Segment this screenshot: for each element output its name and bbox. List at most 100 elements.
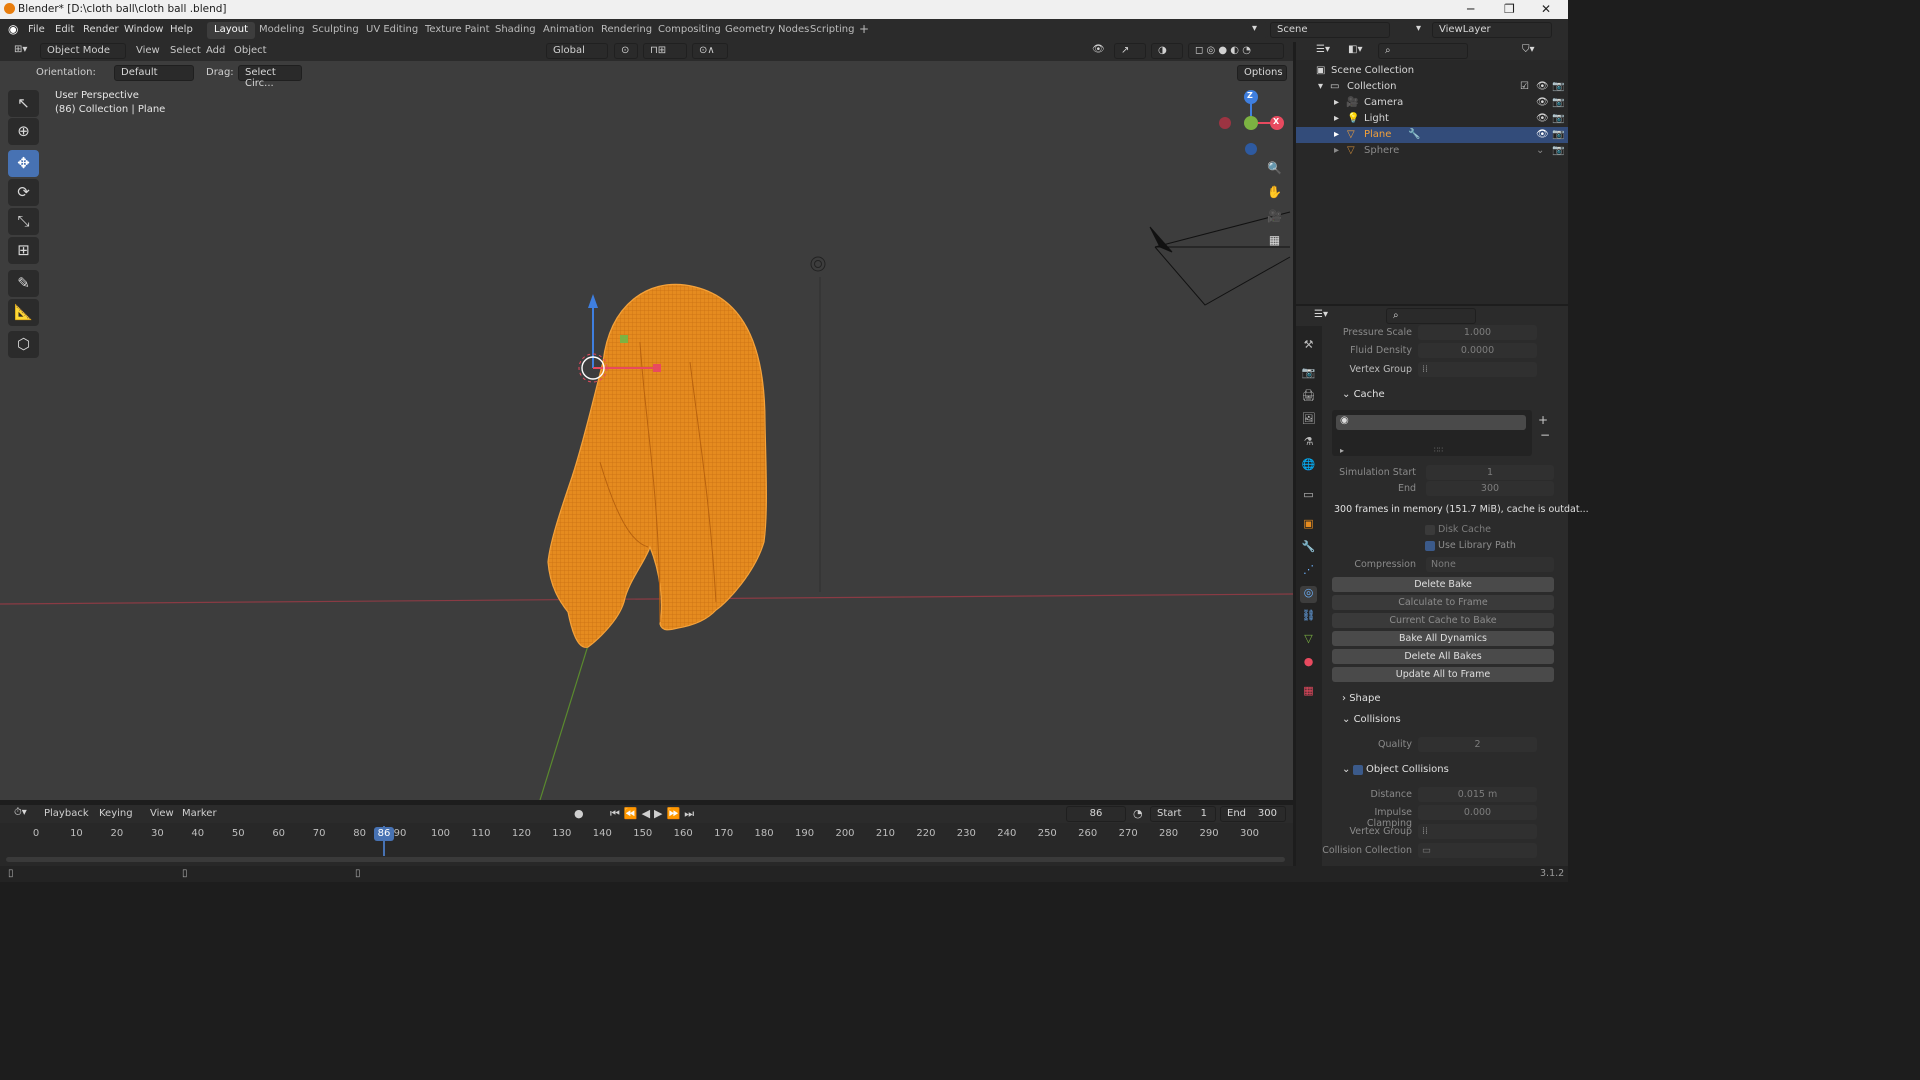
cache-list[interactable]: ◉ ▸ ∷∷ bbox=[1332, 410, 1532, 456]
collection-eye-icon[interactable]: 👁 bbox=[1536, 81, 1549, 92]
scale-tool-icon[interactable]: ⤡ bbox=[8, 208, 39, 235]
object-collisions-toggle[interactable]: ⌄ bbox=[1342, 764, 1350, 775]
pressure-scale-field[interactable]: 1.000 bbox=[1418, 325, 1537, 340]
collection-expand-icon[interactable]: ▾ bbox=[1318, 81, 1323, 92]
scene-collection-row[interactable]: ▣ Scene Collection bbox=[1296, 63, 1568, 79]
playhead-frame[interactable]: 86 bbox=[374, 827, 394, 841]
distance-field[interactable]: 0.015 m bbox=[1418, 787, 1537, 802]
pivot-point-icon[interactable]: ⊙ bbox=[614, 43, 638, 59]
view-layer-browse-icon[interactable]: ▾ bbox=[1410, 22, 1432, 38]
collision-vertex-group-field[interactable]: ⁞⁞ bbox=[1418, 824, 1537, 839]
object-tab-icon[interactable]: ▣ bbox=[1300, 517, 1317, 534]
cache-add-button[interactable]: + bbox=[1538, 413, 1548, 427]
outliner-item-plane[interactable]: ▸ ▽ Plane 🔧 👁 📷 bbox=[1296, 127, 1568, 143]
compression-selector[interactable]: None bbox=[1426, 557, 1554, 572]
scene-selector[interactable]: Scene bbox=[1270, 22, 1390, 38]
delete-all-bakes-button[interactable]: Delete All Bakes bbox=[1332, 649, 1554, 664]
tab-rendering[interactable]: Rendering bbox=[594, 22, 659, 39]
update-all-to-frame-button[interactable]: Update All to Frame bbox=[1332, 667, 1554, 682]
transform-tool-icon[interactable]: ⊞ bbox=[8, 237, 39, 264]
bake-all-dynamics-button[interactable]: Bake All Dynamics bbox=[1332, 631, 1554, 646]
menu-window[interactable]: Window bbox=[124, 24, 163, 35]
tab-sculpting[interactable]: Sculpting bbox=[305, 22, 366, 39]
collection-checkbox[interactable]: ☑ bbox=[1520, 81, 1529, 92]
orientation-selector[interactable]: Default bbox=[114, 65, 194, 81]
cache-remove-button[interactable]: − bbox=[1540, 428, 1550, 442]
shape-section-toggle[interactable]: › Shape bbox=[1342, 693, 1381, 704]
tab-texture-paint[interactable]: Texture Paint bbox=[418, 22, 497, 39]
timeline-menu-view[interactable]: View bbox=[150, 808, 174, 819]
cache-list-expand-icon[interactable]: ▸ bbox=[1340, 446, 1344, 455]
outliner-search-input[interactable]: ⌕ bbox=[1378, 43, 1468, 59]
scene-browse-icon[interactable]: ▾ bbox=[1246, 22, 1268, 38]
fluid-density-field[interactable]: 0.0000 bbox=[1418, 343, 1537, 358]
expand-arrow-icon[interactable]: ▸ bbox=[1334, 129, 1339, 140]
rotate-tool-icon[interactable]: ⟳ bbox=[8, 179, 39, 206]
tab-compositing[interactable]: Compositing bbox=[651, 22, 728, 39]
collection-row[interactable]: ▾ ▭ Collection ☑ 👁 📷 bbox=[1296, 79, 1568, 95]
cache-section-toggle[interactable]: ⌄ Cache bbox=[1342, 389, 1385, 400]
calculate-to-frame-button[interactable]: Calculate to Frame bbox=[1332, 595, 1554, 610]
gizmo-x-label[interactable]: X bbox=[1273, 117, 1279, 126]
expand-arrow-icon[interactable]: ▸ bbox=[1334, 145, 1339, 156]
plane-eye-icon[interactable]: 👁 bbox=[1536, 129, 1549, 140]
world-tab-icon[interactable]: 🌐 bbox=[1300, 458, 1317, 475]
gizmo-z-label[interactable]: Z bbox=[1247, 91, 1253, 100]
annotate-tool-icon[interactable]: ✎ bbox=[8, 270, 39, 297]
timeline-menu-keying[interactable]: Keying bbox=[99, 808, 133, 819]
current-frame-field[interactable]: 86 bbox=[1066, 806, 1126, 822]
timeline-editor-type-icon[interactable]: ⏱▾ bbox=[8, 806, 34, 822]
disk-cache-checkbox[interactable] bbox=[1425, 525, 1435, 535]
current-cache-to-bake-button[interactable]: Current Cache to Bake bbox=[1332, 613, 1554, 628]
options-dropdown[interactable]: Options bbox=[1237, 65, 1287, 81]
object-collisions-checkbox[interactable] bbox=[1353, 765, 1363, 775]
filter-icon[interactable]: ⛉▾ bbox=[1516, 43, 1542, 59]
end-frame-field[interactable]: End 300 bbox=[1220, 806, 1286, 822]
outliner-item-light[interactable]: ▸ 💡 Light 👁 📷 bbox=[1296, 111, 1568, 127]
impulse-clamping-field[interactable]: 0.000 bbox=[1418, 805, 1537, 820]
plane-render-icon[interactable]: 📷 bbox=[1552, 129, 1564, 140]
view-layer-tab-icon[interactable]: 🖼 bbox=[1300, 412, 1317, 429]
camera-render-icon[interactable]: 📷 bbox=[1552, 97, 1564, 108]
overlay-toggle-icon[interactable]: ◑ bbox=[1151, 43, 1183, 59]
collisions-section-toggle[interactable]: ⌄ Collisions bbox=[1342, 714, 1401, 725]
close-icon[interactable]: ✕ bbox=[1541, 2, 1551, 16]
record-keyframe-icon[interactable]: ● bbox=[574, 807, 584, 820]
transform-orientation-selector[interactable]: Global bbox=[546, 43, 608, 59]
tab-shading[interactable]: Shading bbox=[488, 22, 543, 39]
select-tool-icon[interactable]: ↖ bbox=[8, 90, 39, 117]
material-tab-icon[interactable]: ● bbox=[1300, 655, 1317, 672]
add-workspace-button[interactable]: + bbox=[852, 20, 876, 37]
tool-tab-icon[interactable]: ⚒ bbox=[1300, 338, 1317, 355]
editor-type-icon[interactable]: ⊞▾ bbox=[8, 43, 34, 59]
drag-selector[interactable]: Select Circ... bbox=[238, 65, 302, 89]
minimize-icon[interactable]: ─ bbox=[1467, 2, 1474, 16]
cache-list-resize-handle[interactable]: ∷∷ bbox=[1434, 446, 1443, 454]
menu-file[interactable]: File bbox=[28, 24, 45, 35]
gizmo-toggle-icon[interactable]: ↗ bbox=[1114, 43, 1146, 59]
3d-viewport[interactable]: Z X User Perspective (86) Collection | P… bbox=[0, 42, 1293, 800]
zoom-icon[interactable]: 🔍 bbox=[1264, 158, 1285, 179]
add-cube-tool-icon[interactable]: ⬡ bbox=[8, 331, 39, 358]
properties-editor-type-icon[interactable]: ☰▾ bbox=[1308, 308, 1334, 324]
blender-menu-icon[interactable]: ◉ bbox=[8, 22, 18, 36]
timeline-scrollbar[interactable] bbox=[6, 857, 1285, 862]
menu-help[interactable]: Help bbox=[170, 24, 193, 35]
expand-arrow-icon[interactable]: ▸ bbox=[1334, 97, 1339, 108]
camera-view-icon[interactable]: 🎥 bbox=[1264, 206, 1285, 227]
measure-tool-icon[interactable]: 📐 bbox=[8, 299, 39, 326]
clock-icon[interactable]: ◔ bbox=[1133, 807, 1143, 820]
viewport-menu-view[interactable]: View bbox=[136, 45, 160, 56]
start-frame-field[interactable]: Start 1 bbox=[1150, 806, 1216, 822]
expand-arrow-icon[interactable]: ▸ bbox=[1334, 113, 1339, 124]
use-library-path-checkbox[interactable] bbox=[1425, 541, 1435, 551]
scene-tab-icon[interactable]: ⚗ bbox=[1300, 435, 1317, 452]
texture-tab-icon[interactable]: ▦ bbox=[1300, 684, 1317, 701]
sphere-render-icon[interactable]: 📷 bbox=[1552, 145, 1564, 156]
tab-modeling[interactable]: Modeling bbox=[252, 22, 312, 39]
outliner-item-sphere[interactable]: ▸ ▽ Sphere ⌄ 📷 bbox=[1296, 143, 1568, 159]
simulation-start-field[interactable]: 1 bbox=[1426, 465, 1554, 480]
light-render-icon[interactable]: 📷 bbox=[1552, 113, 1564, 124]
output-tab-icon[interactable]: 🖨 bbox=[1300, 389, 1317, 406]
simulation-end-field[interactable]: 300 bbox=[1426, 481, 1554, 496]
